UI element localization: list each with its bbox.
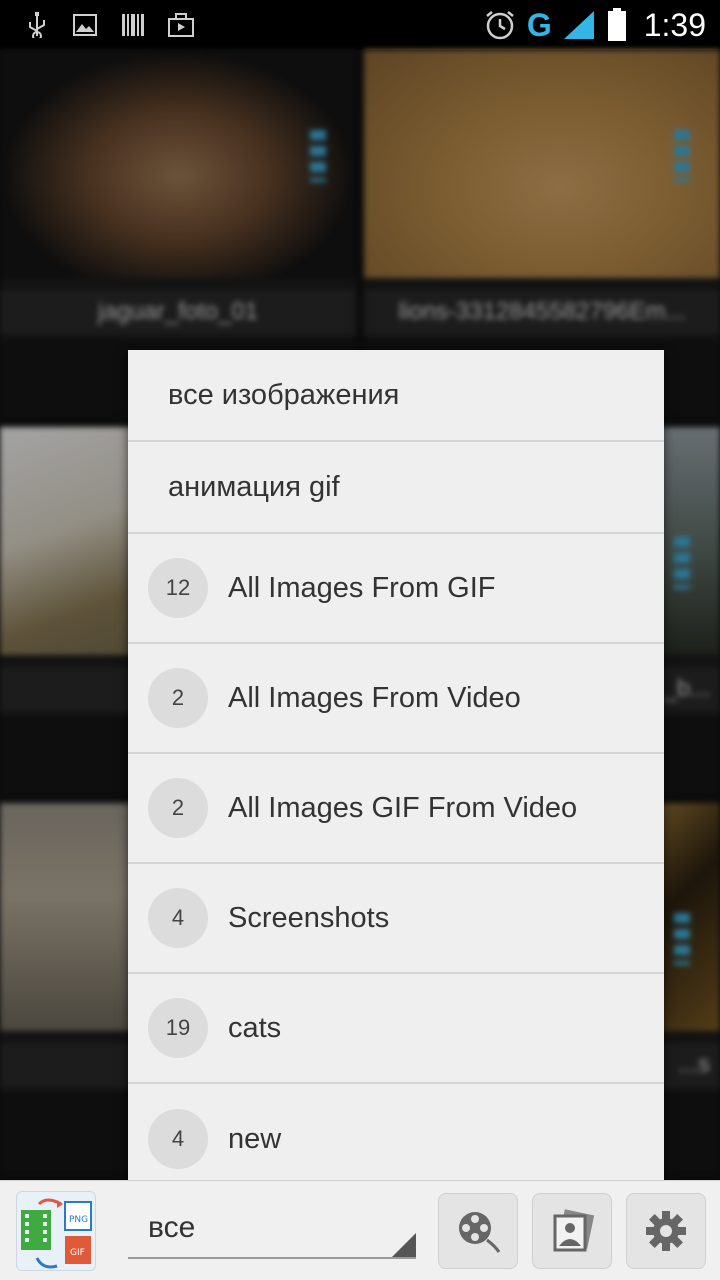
count-badge: 4: [148, 888, 208, 948]
album-dropdown: все изображения анимация gif 12 All Imag…: [128, 350, 664, 1194]
count-badge: 4: [148, 1109, 208, 1169]
barcode-icon: [120, 12, 146, 38]
clock: 1:39: [643, 6, 706, 43]
count-badge: 2: [148, 668, 208, 728]
option-gif-animation[interactable]: анимация gif: [128, 442, 664, 534]
album-item[interactable]: 4 new: [128, 1084, 664, 1194]
status-bar: G 1:39: [0, 0, 720, 50]
count-badge: 2: [148, 778, 208, 838]
option-label: все изображения: [168, 378, 400, 411]
option-all-images[interactable]: все изображения: [128, 350, 664, 442]
album-item[interactable]: 4 Screenshots: [128, 864, 664, 974]
bottom-toolbar: PNG GIF все: [0, 1180, 720, 1280]
album-item[interactable]: 19 cats: [128, 974, 664, 1084]
photo-stack-icon: [553, 1209, 595, 1252]
album-label: cats: [228, 1011, 282, 1044]
gear-icon: [646, 1211, 686, 1251]
image-icon: [72, 12, 98, 38]
album-item[interactable]: 12 All Images From GIF: [128, 534, 664, 644]
images-button[interactable]: [532, 1193, 612, 1269]
count-badge: 19: [148, 998, 208, 1058]
album-label: Screenshots: [228, 901, 390, 934]
option-label: анимация gif: [168, 470, 340, 503]
signal-icon: [562, 8, 596, 42]
spinner-value: все: [148, 1211, 196, 1244]
album-label: new: [228, 1122, 282, 1155]
count-badge: 12: [148, 558, 208, 618]
album-label: All Images From Video: [228, 681, 521, 714]
briefcase-icon: [168, 12, 194, 38]
svg-text:PNG: PNG: [69, 1215, 88, 1225]
album-item[interactable]: 2 All Images From Video: [128, 644, 664, 754]
usb-icon: [24, 12, 50, 38]
battery-icon: [606, 8, 628, 42]
app-logo-icon: PNG GIF: [16, 1191, 96, 1271]
video-button[interactable]: [438, 1193, 518, 1269]
settings-button[interactable]: [626, 1193, 706, 1269]
album-item[interactable]: 2 All Images GIF From Video: [128, 754, 664, 864]
alarm-icon: [483, 8, 517, 42]
network-type: G: [526, 6, 552, 43]
dropdown-arrow-icon: [392, 1233, 416, 1257]
svg-text:GIF: GIF: [70, 1248, 85, 1258]
film-reel-icon: [459, 1212, 501, 1253]
album-spinner[interactable]: все: [128, 1199, 416, 1259]
album-label: All Images GIF From Video: [228, 791, 578, 824]
album-label: All Images From GIF: [228, 571, 496, 604]
screen: G 1:39 jaguar_foto_01 lions-331284558279…: [0, 0, 720, 1280]
